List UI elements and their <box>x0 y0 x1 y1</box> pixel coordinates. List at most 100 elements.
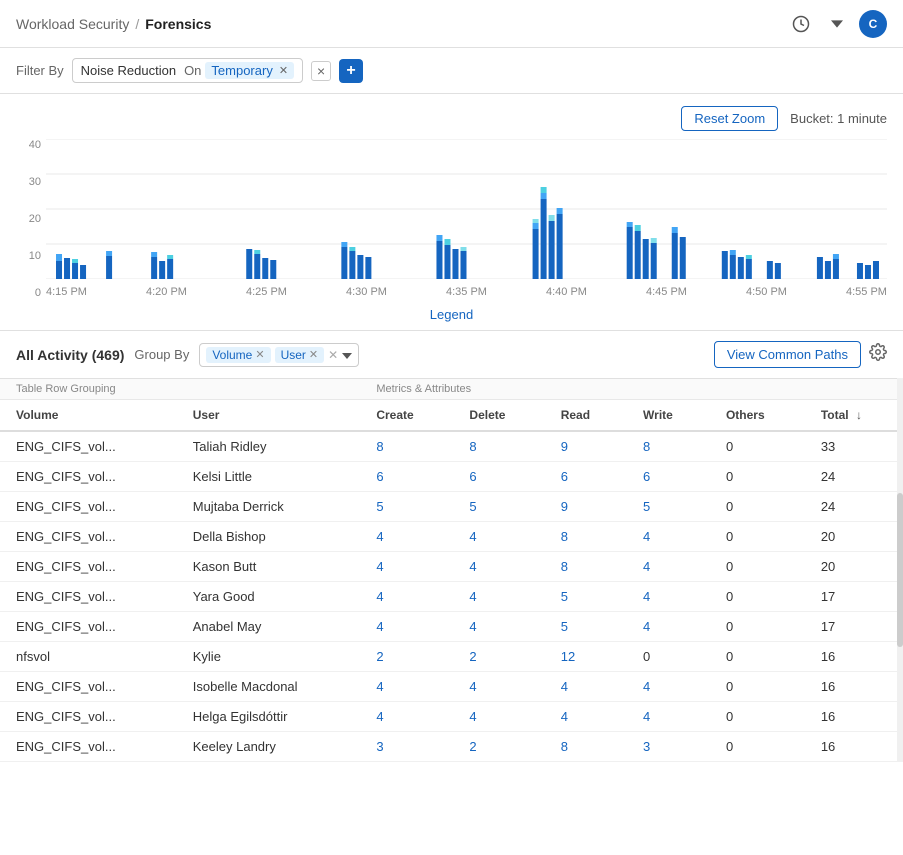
cell-delete: 4 <box>453 582 544 612</box>
group-by-dropdown-button[interactable] <box>342 347 352 362</box>
breadcrumb-parent[interactable]: Workload Security <box>16 16 129 32</box>
group-by-label: Group By <box>134 347 189 362</box>
create-value[interactable]: 4 <box>376 559 383 574</box>
cell-volume: nfsvol <box>0 642 177 672</box>
x-430: 4:30 PM <box>346 286 387 298</box>
group-by-clear-button[interactable]: ✕ <box>328 348 338 362</box>
write-value[interactable]: 4 <box>643 679 650 694</box>
breadcrumb-separator: / <box>135 16 139 32</box>
read-value[interactable]: 9 <box>561 499 568 514</box>
cell-write: 5 <box>627 492 710 522</box>
delete-value[interactable]: 4 <box>469 619 476 634</box>
cell-read: 4 <box>545 702 627 732</box>
user-avatar-button[interactable]: C <box>859 10 887 38</box>
settings-icon-button[interactable] <box>869 343 887 366</box>
write-value[interactable]: 6 <box>643 469 650 484</box>
create-value[interactable]: 5 <box>376 499 383 514</box>
legend-link[interactable]: Legend <box>16 299 887 330</box>
cell-write: 3 <box>627 732 710 762</box>
group-tag-user-remove[interactable]: ✕ <box>309 348 318 361</box>
create-value[interactable]: 8 <box>376 439 383 454</box>
col-total[interactable]: Total ↓ <box>805 400 903 432</box>
cell-create: 3 <box>360 732 453 762</box>
read-value[interactable]: 8 <box>561 739 568 754</box>
read-value[interactable]: 5 <box>561 589 568 604</box>
delete-value[interactable]: 4 <box>469 559 476 574</box>
table-row: ENG_CIFS_vol... Keeley Landry 3 2 8 3 0 … <box>0 732 903 762</box>
scrollbar-thumb[interactable] <box>897 493 903 647</box>
read-value[interactable]: 4 <box>561 709 568 724</box>
filter-tag-name: Noise Reduction <box>81 63 176 78</box>
delete-value[interactable]: 4 <box>469 589 476 604</box>
filter-clear-button[interactable]: × <box>311 61 331 81</box>
filter-add-button[interactable]: + <box>339 59 363 83</box>
write-value[interactable]: 4 <box>643 619 650 634</box>
create-value[interactable]: 6 <box>376 469 383 484</box>
read-value[interactable]: 6 <box>561 469 568 484</box>
cell-total: 24 <box>805 462 903 492</box>
write-value[interactable]: 8 <box>643 439 650 454</box>
cell-create: 4 <box>360 672 453 702</box>
view-common-paths-button[interactable]: View Common Paths <box>714 341 861 368</box>
bucket-label: Bucket: 1 minute <box>790 111 887 126</box>
write-value[interactable]: 3 <box>643 739 650 754</box>
read-value[interactable]: 8 <box>561 559 568 574</box>
write-value[interactable]: 4 <box>643 529 650 544</box>
clock-icon-button[interactable] <box>787 10 815 38</box>
delete-value[interactable]: 2 <box>469 739 476 754</box>
delete-value[interactable]: 6 <box>469 469 476 484</box>
write-value[interactable]: 4 <box>643 559 650 574</box>
chart-controls: Reset Zoom Bucket: 1 minute <box>16 106 887 131</box>
cell-others: 0 <box>710 522 805 552</box>
cell-delete: 8 <box>453 431 544 462</box>
cell-read: 6 <box>545 462 627 492</box>
read-value[interactable]: 9 <box>561 439 568 454</box>
read-value[interactable]: 12 <box>561 649 575 664</box>
table-row: ENG_CIFS_vol... Anabel May 4 4 5 4 0 17 <box>0 612 903 642</box>
delete-value[interactable]: 4 <box>469 679 476 694</box>
reset-zoom-button[interactable]: Reset Zoom <box>681 106 778 131</box>
write-value[interactable]: 4 <box>643 589 650 604</box>
read-value[interactable]: 4 <box>561 679 568 694</box>
delete-value[interactable]: 4 <box>469 709 476 724</box>
cell-read: 4 <box>545 672 627 702</box>
table-row: ENG_CIFS_vol... Kason Butt 4 4 8 4 0 20 <box>0 552 903 582</box>
cell-user: Kylie <box>177 642 361 672</box>
cell-delete: 2 <box>453 642 544 672</box>
write-value[interactable]: 5 <box>643 499 650 514</box>
filter-tag-remove[interactable]: ✕ <box>279 64 288 77</box>
create-value[interactable]: 4 <box>376 589 383 604</box>
create-value[interactable]: 2 <box>376 649 383 664</box>
x-445: 4:45 PM <box>646 286 687 298</box>
create-value[interactable]: 4 <box>376 679 383 694</box>
cell-volume: ENG_CIFS_vol... <box>0 582 177 612</box>
create-value[interactable]: 4 <box>376 619 383 634</box>
col-read: Read <box>545 400 627 432</box>
read-value[interactable]: 5 <box>561 619 568 634</box>
read-value[interactable]: 8 <box>561 529 568 544</box>
delete-value[interactable]: 8 <box>469 439 476 454</box>
cell-write: 4 <box>627 552 710 582</box>
cell-create: 4 <box>360 522 453 552</box>
dropdown-arrow-button[interactable] <box>823 10 851 38</box>
create-value[interactable]: 3 <box>376 739 383 754</box>
create-value[interactable]: 4 <box>376 529 383 544</box>
delete-value[interactable]: 4 <box>469 529 476 544</box>
group-by-tags-container: Volume ✕ User ✕ ✕ <box>199 343 359 367</box>
cell-total: 16 <box>805 732 903 762</box>
write-value[interactable]: 4 <box>643 709 650 724</box>
table-row: ENG_CIFS_vol... Yara Good 4 4 5 4 0 17 <box>0 582 903 612</box>
cell-total: 33 <box>805 431 903 462</box>
subheader-grouping: Table Row Grouping <box>0 379 360 400</box>
filter-bar: Filter By Noise Reduction On Temporary ✕… <box>0 48 903 94</box>
cell-others: 0 <box>710 492 805 522</box>
activity-title: All Activity (469) <box>16 347 124 363</box>
delete-value[interactable]: 2 <box>469 649 476 664</box>
cell-create: 2 <box>360 642 453 672</box>
group-tag-volume-remove[interactable]: ✕ <box>255 348 264 361</box>
filter-tag-on: On <box>184 63 201 78</box>
delete-value[interactable]: 5 <box>469 499 476 514</box>
x-455: 4:55 PM <box>846 286 887 298</box>
create-value[interactable]: 4 <box>376 709 383 724</box>
scrollbar-track[interactable] <box>897 378 903 762</box>
